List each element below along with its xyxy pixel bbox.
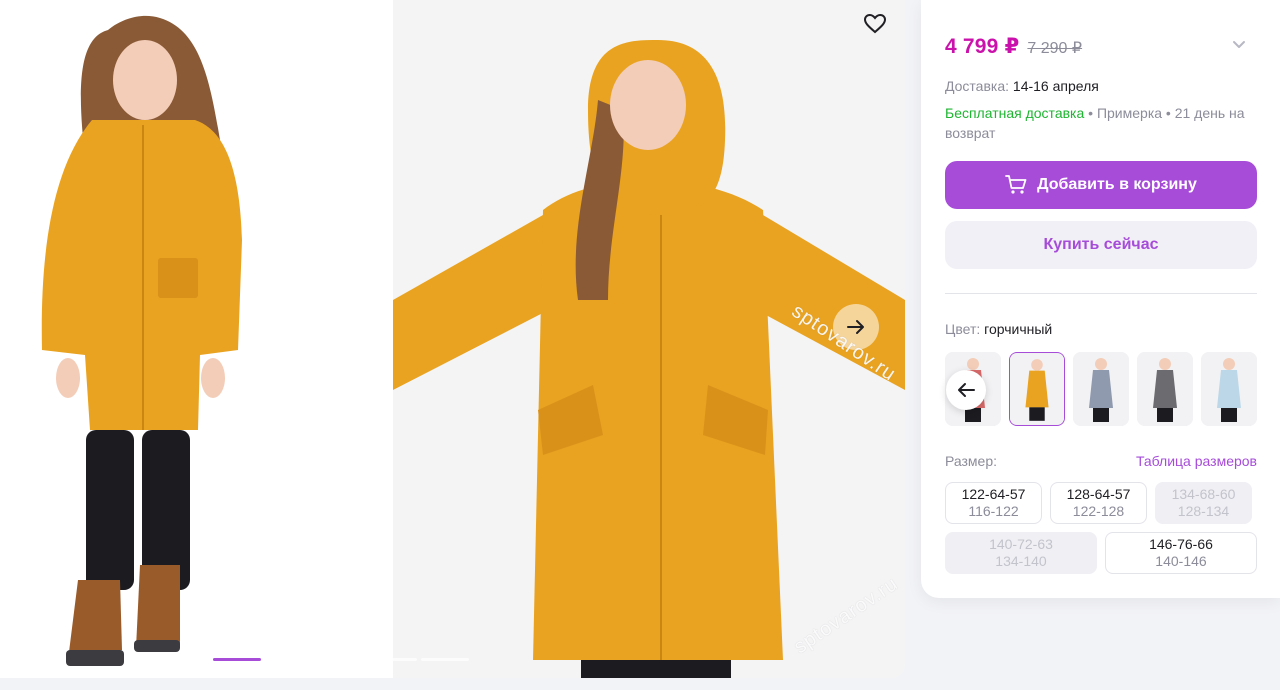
pagination-dot[interactable] <box>317 658 365 661</box>
size-header: Размер: Таблица размеров <box>945 453 1257 469</box>
size-option[interactable]: 146-76-66 140-146 <box>1105 532 1257 574</box>
color-swatches <box>945 352 1257 426</box>
color-label: Цвет: <box>945 321 981 337</box>
size-selector: 122-64-57 116-122 128-64-57 122-128 134-… <box>945 482 1257 582</box>
current-price: 4 799 ₽ <box>945 35 1020 58</box>
product-photo-front[interactable] <box>0 0 393 678</box>
gallery-pagination <box>213 658 469 661</box>
size-main: 122-64-57 <box>961 486 1026 502</box>
pagination-dot[interactable] <box>265 658 313 661</box>
size-option-unavailable: 134-68-60 128-134 <box>1155 482 1252 524</box>
size-option-unavailable: 140-72-63 134-140 <box>945 532 1097 574</box>
buy-now-button[interactable]: Купить сейчас <box>945 221 1257 269</box>
size-main: 134-68-60 <box>1171 486 1236 502</box>
size-row: 140-72-63 134-140 146-76-66 140-146 <box>945 532 1257 574</box>
size-row: 122-64-57 116-122 128-64-57 122-128 134-… <box>945 482 1257 524</box>
size-sub: 128-134 <box>1177 503 1230 519</box>
pagination-dot[interactable] <box>369 658 417 661</box>
buy-now-label: Купить сейчас <box>1043 236 1159 253</box>
delivery-label: Доставка: <box>945 78 1010 94</box>
product-page: sptovarov.ru sptovarov.ru 4 799 ₽ 7 290 … <box>0 0 1280 690</box>
size-main: 140-72-63 <box>989 536 1053 552</box>
add-to-cart-button[interactable]: Добавить в корзину <box>945 161 1257 209</box>
free-delivery-text: Бесплатная доставка <box>945 105 1085 121</box>
size-sub: 122-128 <box>1072 503 1125 519</box>
old-price: 7 290 ₽ <box>1027 40 1083 57</box>
delivery-info: Доставка: 14-16 апреля <box>945 78 1099 94</box>
color-swatch[interactable] <box>1073 352 1129 426</box>
color-swatch[interactable] <box>1201 352 1257 426</box>
size-sub: 134-140 <box>995 553 1047 569</box>
pagination-dot[interactable] <box>421 658 469 661</box>
size-main: 146-76-66 <box>1149 536 1213 552</box>
pagination-dot[interactable] <box>213 658 261 661</box>
size-option[interactable]: 128-64-57 122-128 <box>1050 482 1147 524</box>
color-swatch-selected[interactable] <box>1009 352 1065 426</box>
size-sub: 140-146 <box>1155 553 1207 569</box>
delivery-perks: Бесплатная доставка • Примерка • 21 день… <box>945 103 1257 143</box>
size-option[interactable]: 122-64-57 116-122 <box>945 482 1042 524</box>
product-photo-hood[interactable] <box>393 0 905 678</box>
cart-icon <box>1005 175 1027 194</box>
size-label: Размер: <box>945 453 998 469</box>
prev-swatch-arrow-icon[interactable] <box>946 370 986 410</box>
next-photo-arrow-icon[interactable] <box>833 304 879 350</box>
add-to-cart-label: Добавить в корзину <box>1037 176 1197 193</box>
price-row: 4 799 ₽ 7 290 ₽ <box>945 0 1257 90</box>
size-sub: 116-122 <box>968 503 1019 519</box>
color-swatch[interactable] <box>1137 352 1193 426</box>
chevron-down-icon[interactable] <box>1229 34 1249 54</box>
product-gallery[interactable]: sptovarov.ru sptovarov.ru <box>0 0 905 678</box>
size-main: 128-64-57 <box>1066 486 1131 502</box>
divider <box>945 293 1257 294</box>
size-table-link[interactable]: Таблица размеров <box>1136 453 1257 469</box>
color-row: Цвет: горчичный <box>945 321 1052 337</box>
color-value: горчичный <box>984 321 1053 337</box>
delivery-date: 14-16 апреля <box>1012 78 1099 94</box>
favorite-heart-icon[interactable] <box>861 10 889 38</box>
purchase-panel: 4 799 ₽ 7 290 ₽ Доставка: 14-16 апреля Б… <box>921 0 1280 598</box>
